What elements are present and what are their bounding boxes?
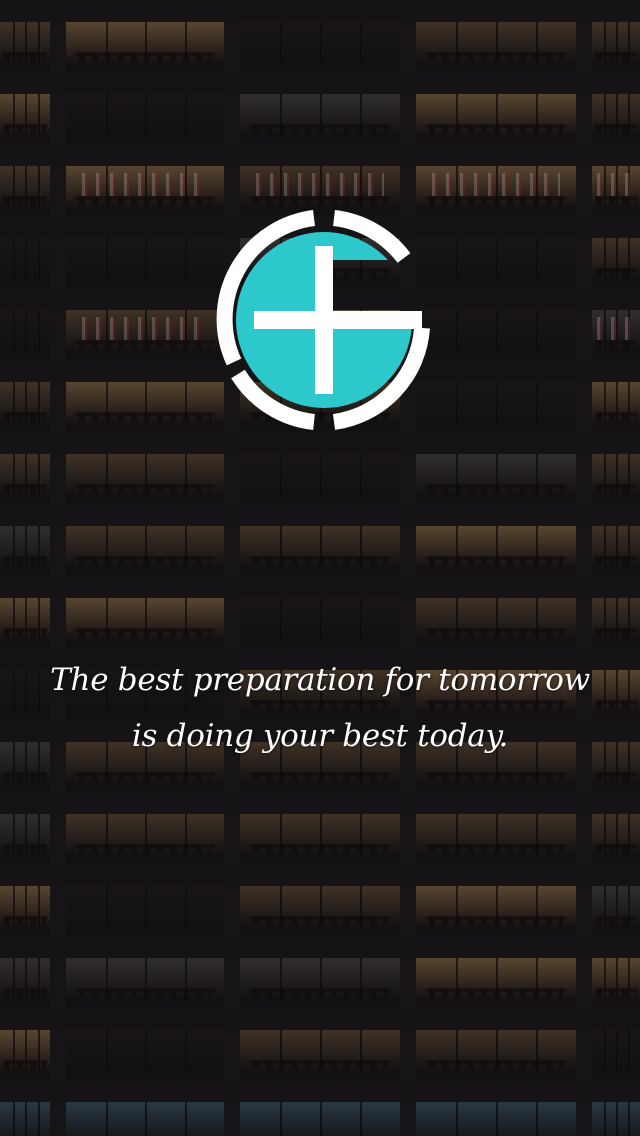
background-shade [0, 0, 640, 1136]
motivational-quote: The best preparation for tomorrow is doi… [20, 652, 620, 764]
quote-line-2: is doing your best today. [131, 718, 509, 754]
splash-screen: The best preparation for tomorrow is doi… [0, 0, 640, 1136]
quote-line-1: The best preparation for tomorrow [50, 662, 590, 698]
circle-plus-logo-icon [216, 210, 430, 430]
